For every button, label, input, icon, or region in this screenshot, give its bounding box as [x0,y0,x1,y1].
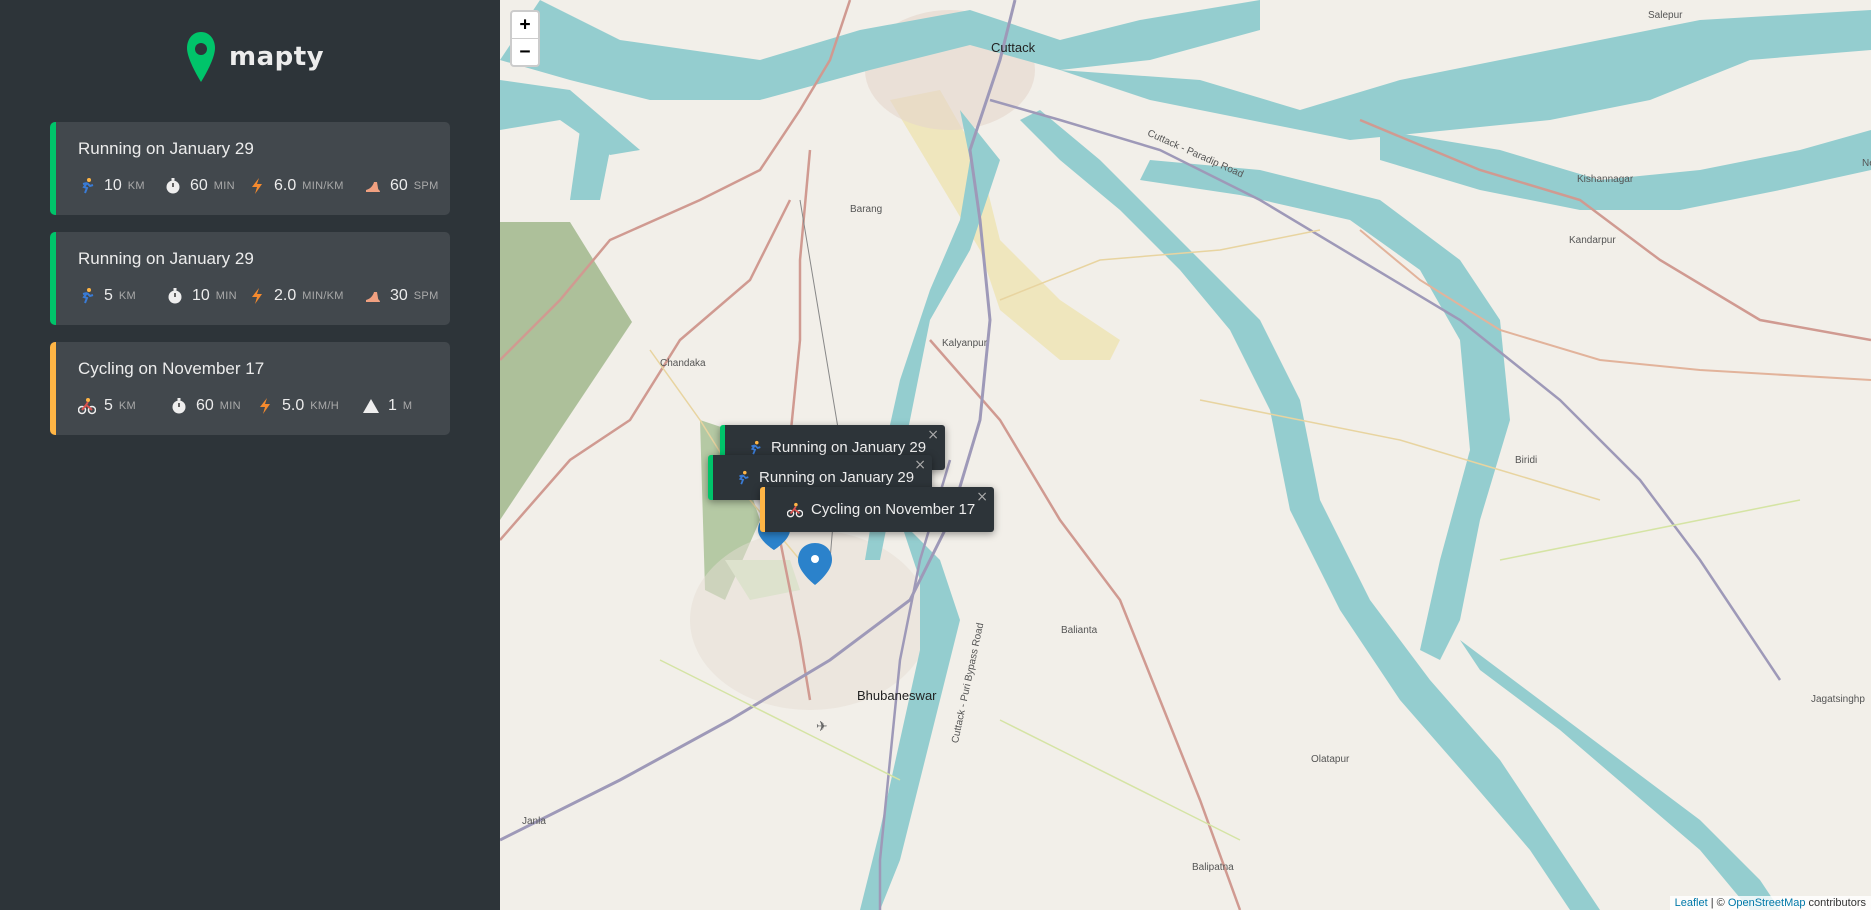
place-label: Janla [522,816,546,827]
workout-card-cycling[interactable]: Cycling on November 17 5 km 60 min 5.0 k… [50,342,450,435]
zoom-in-button[interactable]: + [512,12,538,39]
cycling-icon [78,398,96,415]
app-name: mapty [229,42,325,72]
zoom-out-button[interactable]: − [512,39,538,65]
place-label: Olatapur [1311,754,1350,765]
pace-detail: 6.0 min/km [248,177,344,195]
stopwatch-icon [168,288,182,304]
running-icon [82,288,94,304]
airport-icon: ✈ [816,718,828,734]
workout-details: 5 km 60 min 5.0 km/h 1 m [78,397,440,419]
map-pin-logo-icon [187,32,215,82]
distance-detail: 5 km [78,287,136,305]
workout-title: Running on January 29 [78,139,254,158]
lightning-icon [252,178,262,194]
workout-details: 10 km 60 min 6.0 min/km 60 spm [78,177,440,199]
stopwatch-icon [166,178,180,194]
running-icon [750,440,761,455]
place-label: Cuttack [991,40,1036,55]
duration-detail: 10 min [166,287,237,305]
popup-close-button[interactable]: × [914,457,926,473]
duration-detail: 60 min [170,397,241,415]
leaflet-link[interactable]: Leaflet [1675,897,1708,909]
cadence-detail: 60 spm [364,177,439,195]
place-label: Kalyanpur [942,338,988,349]
cadence-detail: 30 spm [364,287,439,305]
distance-detail: 5 km [78,397,136,415]
workout-details: 5 km 10 min 2.0 min/km 30 spm [78,287,440,309]
map[interactable]: Cuttack Bhubaneswar Salepur Kishannagar … [500,0,1871,910]
workout-popup[interactable]: Cycling on November 17 × [760,487,994,532]
workout-title: Cycling on November 17 [78,359,265,378]
running-icon [82,178,94,194]
pace-detail: 2.0 min/km [248,287,344,305]
forest-area [500,222,632,520]
lightning-icon [260,398,270,414]
workout-title: Running on January 29 [78,249,254,268]
place-label: Chandaka [660,358,706,369]
zoom-control: + − [510,10,540,67]
place-label: Balianta [1061,625,1098,636]
duration-detail: 60 min [164,177,235,195]
place-label: Ne [1862,158,1871,169]
place-label: Barang [850,204,883,215]
place-label: Kandarpur [1569,235,1616,246]
mountain-icon [363,399,379,413]
running-icon [738,470,749,485]
popup-close-button[interactable]: × [976,489,988,505]
sidebar: mapty Running on January 29 10 km 60 min… [0,0,500,910]
osm-link[interactable]: OpenStreetMap [1728,897,1806,909]
elevation-detail: 1 m [362,397,412,415]
place-label: Jagatsinghp [1811,694,1865,705]
place-label: Balipatna [1192,862,1234,873]
cycling-icon [787,502,803,517]
popup-close-button[interactable]: × [927,427,939,443]
place-label: Salepur [1648,10,1683,21]
footprint-icon [366,182,380,192]
speed-detail: 5.0 km/h [256,397,339,415]
lightning-icon [252,288,262,304]
map-tiles [500,0,1871,910]
stopwatch-icon [172,398,186,414]
workout-card-running[interactable]: Running on January 29 10 km 60 min 6.0 m… [50,122,450,215]
place-label: Bhubaneswar [857,688,937,703]
footprint-icon [366,292,380,302]
place-label: Kishannagar [1577,174,1634,185]
workout-card-running[interactable]: Running on January 29 5 km 10 min 2.0 mi… [50,232,450,325]
distance-detail: 10 km [78,177,145,195]
place-label: Biridi [1515,455,1538,466]
logo: mapty [185,30,324,84]
map-attribution: Leaflet | © OpenStreetMap contributors [1669,896,1871,910]
